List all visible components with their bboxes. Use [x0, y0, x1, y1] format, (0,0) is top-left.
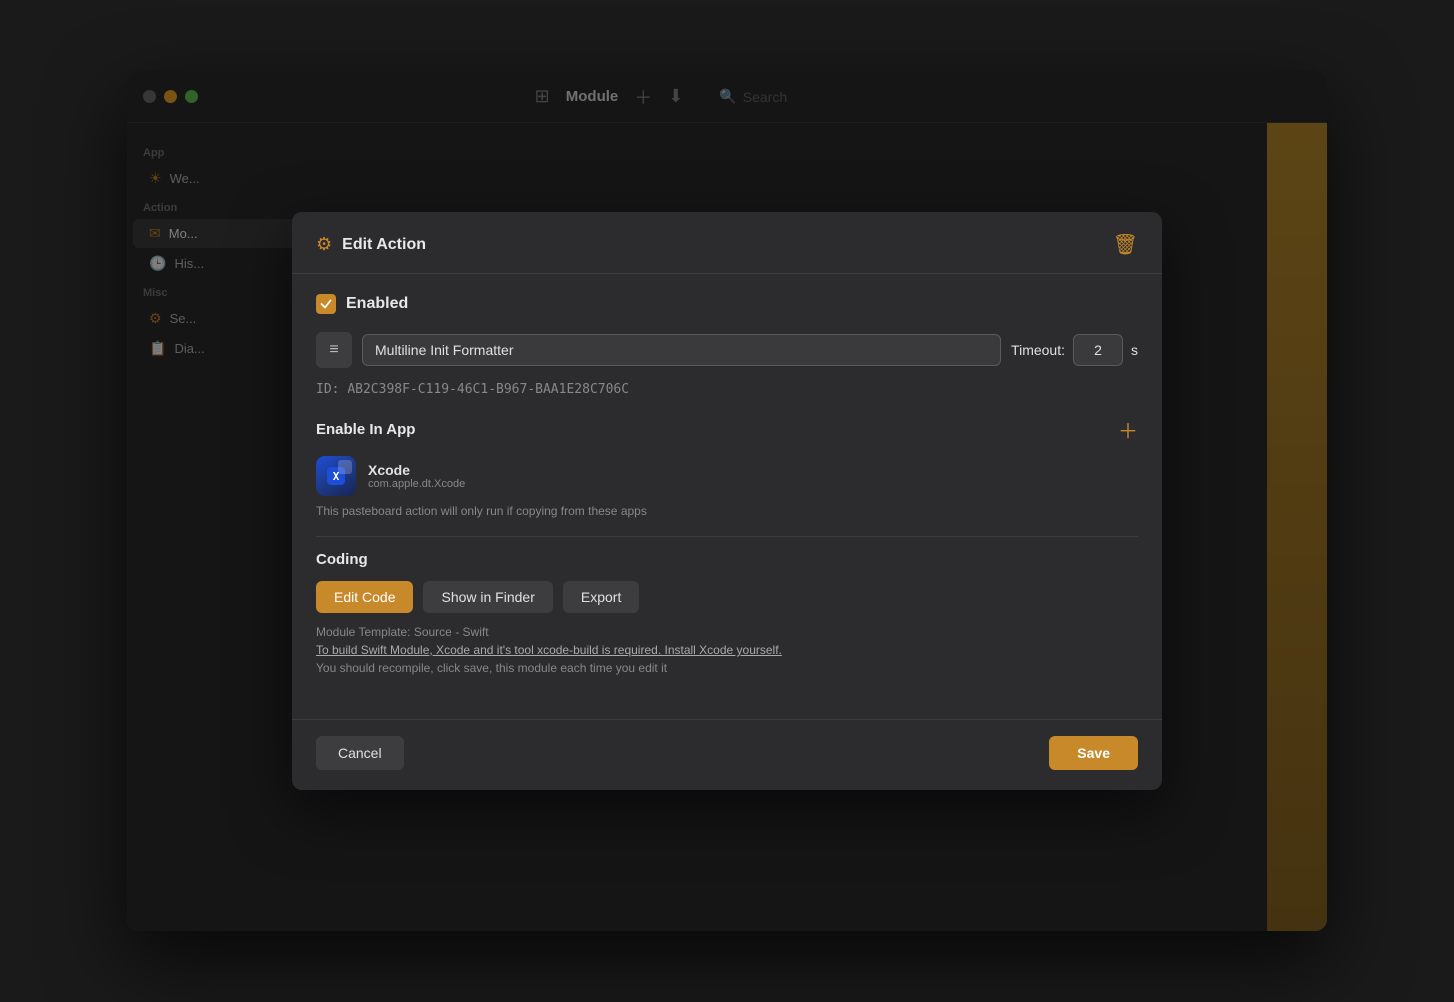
coding-section: Coding Edit Code Show in Finder Export M…: [316, 551, 1138, 675]
trash-icon: 🗑: [1113, 234, 1138, 256]
app-name: Xcode: [368, 462, 465, 478]
app-entry-xcode: X Xcode com.apple.dt.Xcode: [316, 456, 1138, 496]
enabled-checkbox[interactable]: [316, 294, 336, 314]
modal-footer: Cancel Save: [292, 719, 1162, 790]
cancel-button[interactable]: Cancel: [316, 736, 404, 770]
app-bundle-id: com.apple.dt.Xcode: [368, 478, 465, 490]
enable-in-app-header: Enable In App ＋: [316, 415, 1138, 444]
timeout-input[interactable]: [1073, 334, 1123, 366]
timeout-label: Timeout:: [1011, 342, 1065, 358]
action-type-icon: ≡: [329, 341, 338, 359]
edit-action-modal: ⚙ Edit Action 🗑 Enabled: [292, 212, 1162, 790]
save-button[interactable]: Save: [1049, 736, 1138, 770]
action-name-input[interactable]: [362, 334, 1001, 366]
modal-header-left: ⚙ Edit Action: [316, 234, 426, 255]
edit-code-button[interactable]: Edit Code: [316, 581, 413, 613]
module-template-info: Module Template: Source - Swift: [316, 625, 1138, 639]
app-info: Xcode com.apple.dt.Xcode: [368, 462, 465, 490]
divider-coding: [316, 536, 1138, 537]
modal-body: Enabled ≡ Timeout: s ID:: [292, 274, 1162, 711]
svg-text:X: X: [333, 470, 340, 483]
app-window: ⊞ Module ＋ ⬇ 🔍 Search App ☀ We... Action: [127, 71, 1327, 931]
show-in-finder-button[interactable]: Show in Finder: [423, 581, 552, 613]
enable-in-app-title: Enable In App: [316, 421, 415, 438]
coding-buttons: Edit Code Show in Finder Export: [316, 581, 1138, 613]
timeout-row: Timeout: s: [1011, 334, 1138, 366]
export-button[interactable]: Export: [563, 581, 639, 613]
app-note: This pasteboard action will only run if …: [316, 504, 1138, 518]
timeout-unit: s: [1131, 342, 1138, 358]
id-value: AB2C398F-C119-46C1-B967-BAA1E28C706C: [347, 382, 629, 397]
add-app-button[interactable]: ＋: [1118, 415, 1138, 444]
modal-overlay: ⚙ Edit Action 🗑 Enabled: [127, 71, 1327, 931]
modal-title: Edit Action: [342, 236, 426, 254]
xcode-app-icon: X: [316, 456, 356, 496]
enabled-row: Enabled: [316, 294, 1138, 314]
recompile-note: You should recompile, click save, this m…: [316, 661, 1138, 675]
plus-icon-app: ＋: [1118, 421, 1138, 443]
checkmark-icon: [320, 298, 332, 310]
modal-header: ⚙ Edit Action 🗑: [292, 212, 1162, 274]
edit-action-icon: ⚙: [316, 234, 332, 255]
id-row: ID: AB2C398F-C119-46C1-B967-BAA1E28C706C: [316, 382, 1138, 397]
action-name-row: ≡ Timeout: s: [316, 332, 1138, 368]
enabled-label: Enabled: [346, 295, 408, 313]
coding-title: Coding: [316, 551, 368, 568]
delete-action-button[interactable]: 🗑: [1113, 232, 1138, 257]
xcode-install-link[interactable]: To build Swift Module, Xcode and it's to…: [316, 643, 1138, 657]
xcode-svg: X: [324, 464, 348, 488]
action-icon-button[interactable]: ≡: [316, 332, 352, 368]
id-label: ID:: [316, 382, 339, 397]
